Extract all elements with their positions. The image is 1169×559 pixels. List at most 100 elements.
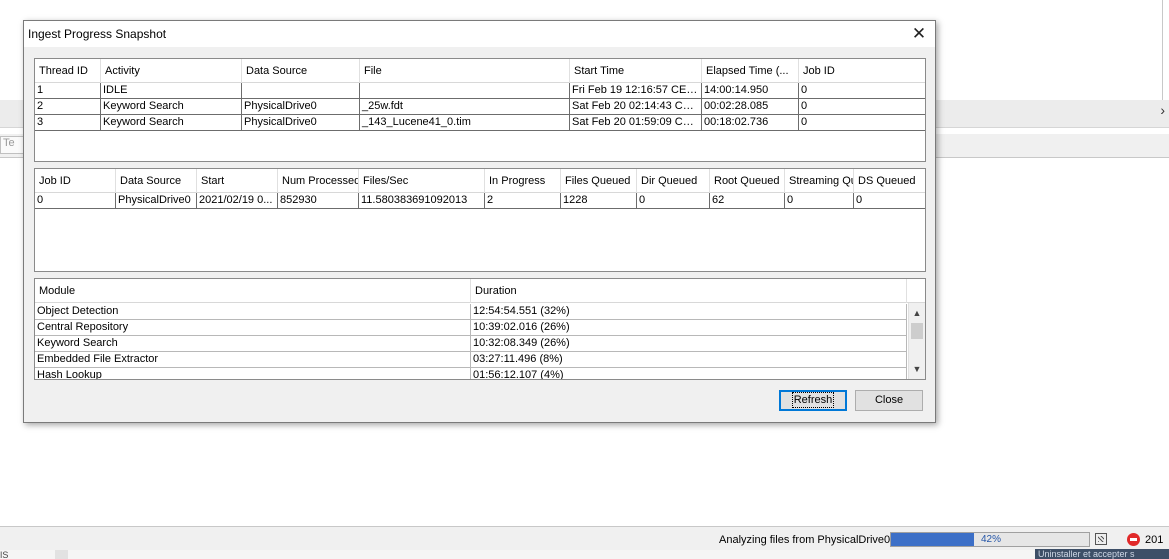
table-cell: Hash Lookup — [35, 368, 471, 379]
table-row[interactable]: Embedded File Extractor 03:27:11.496 (8%) — [35, 352, 907, 368]
modules-table-header: Module Duration — [35, 279, 925, 303]
table-cell: 01:56:12.107 (4%) — [471, 368, 907, 379]
table-cell: 10:32:08.349 (26%) — [471, 336, 907, 352]
column-header[interactable]: Job ID — [799, 59, 925, 83]
status-bar: Analyzing files from PhysicalDrive0 42% … — [0, 526, 1169, 550]
table-row[interactable]: 0 PhysicalDrive0 2021/02/19 0... 852930 11.5… — [35, 193, 925, 209]
table-row[interactable]: Object Detection 12:54:54.551 (32%) — [35, 304, 907, 320]
column-header[interactable]: Elapsed Time (... — [702, 59, 799, 83]
table-cell: 0 — [854, 193, 925, 209]
chevron-right-icon[interactable]: › — [1160, 102, 1165, 118]
table-cell — [242, 83, 360, 99]
ingest-progress-bar: 42% — [890, 532, 1090, 547]
column-header[interactable]: Data Source — [116, 169, 197, 193]
progress-label: 42% — [980, 534, 1001, 545]
cancel-ingest-icon[interactable] — [1095, 533, 1107, 545]
table-cell: Embedded File Extractor — [35, 352, 471, 368]
column-header[interactable]: File — [360, 59, 570, 83]
column-header[interactable]: Activity — [101, 59, 242, 83]
bottom-strip — [0, 550, 1169, 559]
table-cell: 2021/02/19 0... — [197, 193, 278, 209]
table-cell: 2 — [35, 99, 101, 115]
table-row[interactable]: Central Repository 10:39:02.016 (26%) — [35, 320, 907, 336]
close-icon[interactable]: ✕ — [909, 24, 929, 44]
jobs-table-header: Job ID Data Source Start Num Processed Files… — [35, 169, 925, 193]
table-row[interactable]: 1IDLE Fri Feb 19 12:16:57 CET 202114:00:1… — [35, 83, 925, 99]
bottom-left-text: ǀS — [0, 550, 9, 559]
table-cell: 2 — [485, 193, 561, 209]
background-tab[interactable]: Te — [0, 136, 24, 154]
error-count[interactable]: 201 — [1145, 534, 1163, 546]
ingest-progress-dialog: Ingest Progress Snapshot ✕ Thread ID Acti… — [23, 20, 936, 423]
dialog-titlebar: Ingest Progress Snapshot ✕ — [24, 21, 935, 47]
background-panel — [936, 0, 1169, 100]
table-cell: 62 — [710, 193, 785, 209]
refresh-button[interactable]: Refresh — [779, 390, 847, 411]
column-header[interactable]: Start Time — [570, 59, 702, 83]
table-cell: 0 — [799, 99, 925, 115]
column-header[interactable]: Files Queued — [561, 169, 637, 193]
scroll-up-icon[interactable]: ▲ — [909, 305, 925, 321]
scroll-down-icon[interactable]: ▼ — [909, 361, 925, 377]
table-cell: 14:00:14.950 — [702, 83, 799, 99]
table-cell: 1228 — [561, 193, 637, 209]
table-cell: 00:02:28.085 — [702, 99, 799, 115]
column-header[interactable]: Data Source — [242, 59, 360, 83]
table-cell: Sat Feb 20 02:14:43 CET 2021 — [570, 99, 702, 115]
close-button[interactable]: Close — [855, 390, 923, 411]
table-cell: Sat Feb 20 01:59:09 CET 2021 — [570, 115, 702, 131]
table-row[interactable]: Keyword Search 10:32:08.349 (26%) — [35, 336, 907, 352]
table-cell: PhysicalDrive0 — [242, 115, 360, 131]
table-cell: IDLE — [101, 83, 242, 99]
table-cell: Object Detection — [35, 304, 471, 320]
table-cell: Central Repository — [35, 320, 471, 336]
column-header[interactable]: Start — [197, 169, 278, 193]
column-header[interactable]: Root Queued — [710, 169, 785, 193]
table-cell: 00:18:02.736 — [702, 115, 799, 131]
column-header[interactable]: Thread ID — [35, 59, 101, 83]
threads-table[interactable]: Thread ID Activity Data Source File Start Ti… — [34, 58, 926, 162]
table-cell: Fri Feb 19 12:16:57 CET 2021 — [570, 83, 702, 99]
column-header[interactable]: Duration — [471, 279, 907, 303]
column-header[interactable]: Files/Sec — [359, 169, 485, 193]
column-header[interactable]: Module — [35, 279, 471, 303]
table-cell: 0 — [785, 193, 854, 209]
table-cell: _25w.fdt — [360, 99, 570, 115]
table-cell — [360, 83, 570, 99]
table-cell: Keyword Search — [101, 99, 242, 115]
table-cell: Keyword Search — [101, 115, 242, 131]
table-cell: 0 — [637, 193, 710, 209]
modules-scrollbar[interactable]: ▲ ▼ — [908, 303, 925, 379]
table-cell: _143_Lucene41_0.tim — [360, 115, 570, 131]
dialog-title: Ingest Progress Snapshot — [28, 27, 167, 41]
table-row[interactable]: Hash Lookup 01:56:12.107 (4%) — [35, 368, 907, 379]
table-cell: 0 — [35, 193, 116, 209]
column-header[interactable]: Num Processed — [278, 169, 359, 193]
table-cell: 3 — [35, 115, 101, 131]
close-button-label: Close — [874, 394, 904, 406]
table-cell: 11.580383691092013 — [359, 193, 485, 209]
table-cell: 0 — [799, 83, 925, 99]
column-header[interactable]: Streaming Queued — [785, 169, 854, 193]
status-text: Analyzing files from PhysicalDrive0 — [719, 534, 891, 546]
column-header[interactable]: DS Queued — [854, 169, 925, 193]
threads-table-header: Thread ID Activity Data Source File Start Ti… — [35, 59, 925, 83]
table-cell: 1 — [35, 83, 101, 99]
table-cell: 852930 — [278, 193, 359, 209]
column-header[interactable]: Job ID — [35, 169, 116, 193]
table-cell: 10:39:02.016 (26%) — [471, 320, 907, 336]
column-header[interactable]: Dir Queued — [637, 169, 710, 193]
error-icon[interactable] — [1127, 533, 1140, 546]
table-cell: Keyword Search — [35, 336, 471, 352]
refresh-button-label: Refresh — [791, 392, 835, 408]
taskbar-notification[interactable]: Uninstaller et accepter s — [1035, 549, 1169, 559]
table-cell: PhysicalDrive0 — [116, 193, 197, 209]
column-header[interactable]: In Progress — [485, 169, 561, 193]
modules-table[interactable]: Module Duration ▲ ▼ Object Detection 12:54… — [34, 278, 926, 380]
table-row[interactable]: 3 Keyword Search PhysicalDrive0 _143_Lucene… — [35, 115, 925, 131]
bottom-left-separator — [55, 550, 68, 559]
scrollbar-thumb[interactable] — [911, 323, 923, 339]
table-row[interactable]: 2 Keyword Search PhysicalDrive0 _25w.fdt Sat… — [35, 99, 925, 115]
table-cell: 0 — [799, 115, 925, 131]
jobs-table[interactable]: Job ID Data Source Start Num Processed Files… — [34, 168, 926, 272]
